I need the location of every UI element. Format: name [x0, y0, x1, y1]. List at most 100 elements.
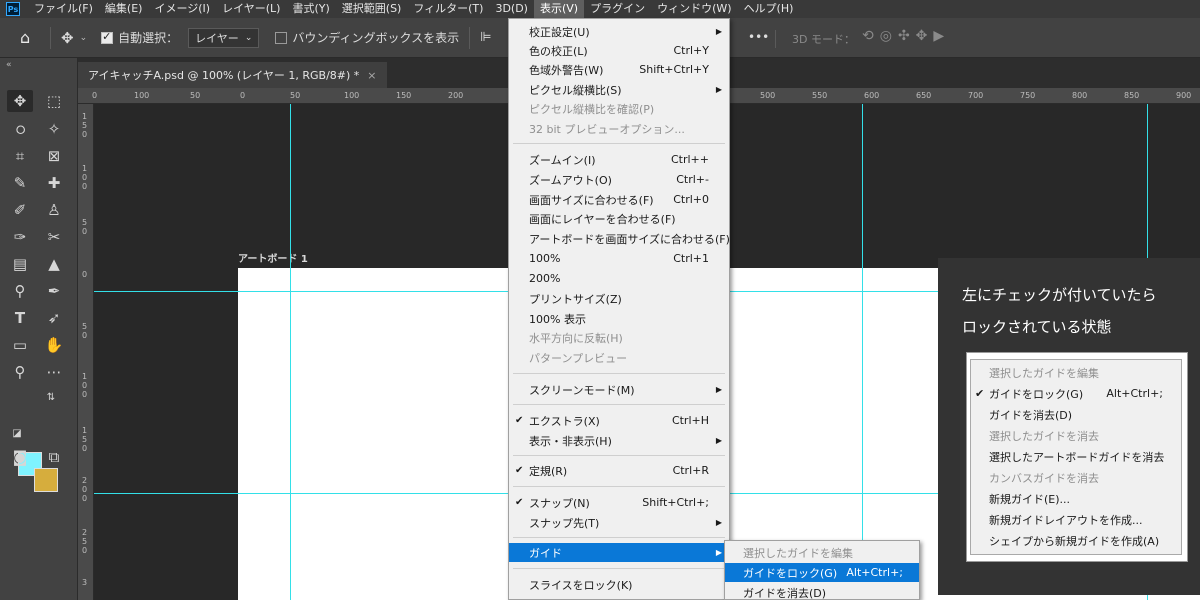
quick-mask-icon[interactable]: ◙ [7, 446, 33, 468]
screen-mode-icon[interactable]: ⧉ [41, 446, 67, 468]
ruler-tick: 1 5 0 [82, 112, 88, 139]
menu-item-show[interactable]: 表示・非表示(H) ▶ [509, 431, 729, 450]
bounding-box-label: バウンディングボックスを表示 [292, 31, 460, 45]
home-icon[interactable]: ⌂ [20, 28, 40, 47]
pen-tool-icon[interactable]: ✒ [41, 280, 67, 302]
submenu-arrow-icon: ▶ [715, 27, 722, 36]
menu-item-snap[interactable]: ✔ スナップ(N) Shift+Ctrl+; [509, 493, 729, 512]
marquee-tool-icon[interactable]: ⬚ [41, 90, 67, 112]
more-options-icon[interactable]: ••• [748, 30, 769, 44]
menu-layer[interactable]: レイヤー(L) [216, 0, 286, 18]
menu-3d[interactable]: 3D(D) [489, 0, 534, 18]
menu-item-rulers[interactable]: ✔ 定規(R) Ctrl+R [509, 461, 729, 480]
brush-tool-icon[interactable]: ✐ [7, 199, 33, 221]
ruler-tick: 700 [968, 91, 984, 100]
dodge-tool-icon[interactable]: ⚲ [7, 280, 33, 302]
menu-item-fit-artboard[interactable]: アートボードを画面サイズに合わせる(F) [509, 229, 730, 248]
menu-item-proof-setup[interactable]: 校正設定(U) ▶ [509, 22, 729, 41]
menu-plugins[interactable]: プラグイン [584, 0, 651, 18]
close-icon[interactable]: × [367, 69, 376, 82]
move-tool-icon[interactable]: ✥ [7, 90, 33, 112]
artboard-label[interactable]: アートボード 1 [238, 250, 308, 265]
bounding-box-checkbox[interactable] [275, 31, 288, 44]
menu-item-label: 新規ガイドレイアウトを作成... [989, 513, 1143, 527]
magic-wand-icon[interactable]: ✧ [41, 118, 67, 140]
menu-item-print-size[interactable]: プリントサイズ(Z) [509, 289, 729, 308]
menu-item-zoom-out[interactable]: ズームアウト(O) Ctrl+- [509, 170, 729, 189]
menu-item-fit-screen[interactable]: 画面サイズに合わせる(F) Ctrl+0 [509, 190, 729, 209]
menu-filter[interactable]: フィルター(T) [407, 0, 489, 18]
menu-window[interactable]: ウィンドウ(W) [651, 0, 737, 18]
auto-select-value: レイヤー [195, 31, 239, 45]
menu-item-label: ズームイン(I) [529, 153, 596, 167]
menu-select[interactable]: 選択範囲(S) [336, 0, 408, 18]
menu-item-label: カンバスガイドを消去 [989, 471, 1099, 485]
type-tool-icon[interactable]: T [7, 307, 33, 329]
ruler-tick: 1 0 0 [82, 164, 88, 191]
collapse-icon[interactable]: « [6, 60, 12, 70]
menu-item-fit-layer[interactable]: 画面にレイヤーを合わせる(F) [509, 209, 729, 228]
zoom-tool-icon[interactable]: ⚲ [7, 361, 33, 383]
menu-file[interactable]: ファイル(F) [28, 0, 99, 18]
menu-image[interactable]: イメージ(I) [148, 0, 216, 18]
menu-item-extras[interactable]: ✔ エクストラ(X) Ctrl+H [509, 411, 729, 430]
lasso-tool-icon[interactable]: ഠ [7, 118, 33, 140]
eraser-tool-icon[interactable]: ✂ [41, 226, 67, 248]
menu-edit[interactable]: 編集(E) [99, 0, 149, 18]
vertical-guide[interactable] [290, 104, 291, 600]
menu-item-lock-slices[interactable]: スライスをロック(K) [509, 575, 729, 594]
submenu-item-clear-guides[interactable]: ガイドを消去(D) [725, 583, 919, 600]
blur-tool-icon[interactable]: ▲ [41, 253, 67, 275]
menu-item-snap-to[interactable]: スナップ先(T) ▶ [509, 513, 729, 532]
auto-select-dropdown[interactable]: レイヤー ⌄ [188, 27, 260, 48]
menu-item-screen-mode[interactable]: スクリーンモード(M) ▶ [509, 380, 729, 399]
inset-item: 新規ガイド(E)... [971, 488, 1181, 509]
menu-item-pixel-aspect[interactable]: ピクセル縦横比(S) ▶ [509, 80, 729, 99]
menu-type[interactable]: 書式(Y) [286, 0, 335, 18]
menu-item-guides[interactable]: ガイド ▶ [509, 543, 729, 562]
menu-item-label: スナップ(N) [529, 496, 590, 510]
stamp-tool-icon[interactable]: ♙ [41, 199, 67, 221]
menu-view[interactable]: 表示(V) [533, 0, 585, 18]
menu-item-label: 選択したアートボードガイドを消去 [989, 450, 1165, 464]
chevron-down-icon[interactable]: ⌄ [80, 33, 88, 43]
menu-item-label: 200% [529, 272, 561, 285]
divider [50, 26, 51, 49]
ruler-tick: 5 0 [82, 322, 88, 340]
crop-tool-icon[interactable]: ⌗ [7, 145, 33, 167]
default-colors-icon[interactable]: ◪ [10, 422, 24, 444]
menu-item-zoom-in[interactable]: ズームイン(I) Ctrl++ [509, 150, 729, 169]
submenu-arrow-icon: ▶ [715, 436, 722, 445]
rectangle-tool-icon[interactable]: ▭ [7, 334, 33, 356]
menu-item-proof-colors[interactable]: 色の校正(L) Ctrl+Y [509, 41, 729, 60]
menu-help[interactable]: ヘルプ(H) [738, 0, 800, 18]
background-color-swatch[interactable] [34, 468, 58, 492]
hand-tool-icon[interactable]: ✋ [41, 334, 67, 356]
gradient-tool-icon[interactable]: ▤ [7, 253, 33, 275]
align-left-icon[interactable]: ⊫ [480, 30, 491, 45]
auto-select-checkbox[interactable] [101, 30, 114, 44]
inset-item: ガイドを消去(D) [971, 404, 1181, 425]
menu-item-200[interactable]: 200% [509, 269, 729, 288]
path-select-icon[interactable]: ➶ [41, 307, 67, 329]
move-tool-icon[interactable]: ✥ [61, 29, 74, 47]
ruler-tick: 1 0 0 [82, 372, 88, 399]
vertical-ruler[interactable]: 1 5 0 1 0 0 5 0 0 5 0 1 0 0 1 5 0 2 0 0 … [78, 104, 94, 600]
healing-brush-icon[interactable]: ✚ [41, 172, 67, 194]
menu-item-label: 新規ガイド(E)... [989, 492, 1071, 506]
menu-item-100[interactable]: 100% Ctrl+1 [509, 249, 729, 268]
ruler-tick: 50 [290, 91, 301, 100]
more-tools-icon[interactable]: ⋯ [41, 361, 67, 383]
menu-separator [513, 455, 725, 456]
eyedropper-icon[interactable]: ✎ [7, 172, 33, 194]
ruler-tick: 3 [82, 578, 88, 587]
menu-item-shortcut: Shift+Ctrl+; [642, 496, 709, 509]
swap-colors-icon[interactable]: ⇅ [44, 386, 58, 408]
vertical-guide[interactable] [862, 104, 863, 600]
menu-item-gamut-warning[interactable]: 色域外警告(W) Shift+Ctrl+Y [509, 60, 729, 79]
submenu-item-lock-guides[interactable]: ガイドをロック(G) Alt+Ctrl+; [725, 563, 919, 582]
document-tab[interactable]: アイキャッチA.psd @ 100% (レイヤー 1, RGB/8#) * × [78, 62, 387, 88]
menu-item-100-view[interactable]: 100% 表示 [509, 309, 729, 328]
frame-tool-icon[interactable]: ⊠ [41, 145, 67, 167]
history-brush-icon[interactable]: ✑ [7, 226, 33, 248]
